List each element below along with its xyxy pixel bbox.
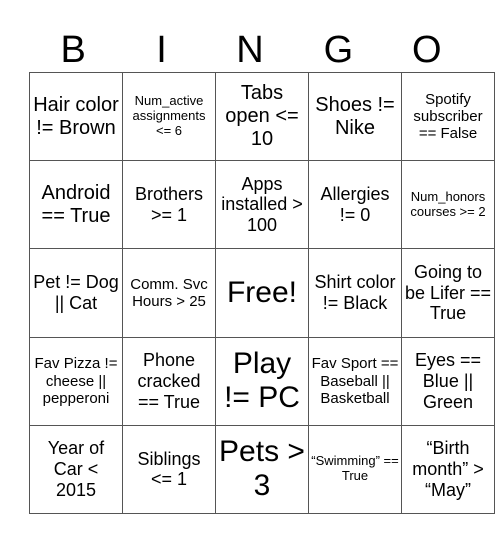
bingo-cell[interactable]: Android == True	[29, 160, 123, 250]
bingo-row: Pet != Dog || Cat Comm. Svc Hours > 25 Fre…	[29, 248, 495, 338]
bingo-row: Fav Pizza != cheese || pepperoni Phone cr…	[29, 336, 495, 426]
bingo-row: Android == True Brothers >= 1 Apps install…	[29, 160, 495, 250]
bingo-cell[interactable]: “Swimming” == True	[308, 424, 402, 515]
bingo-cell[interactable]: Fav Pizza != cheese || pepperoni	[29, 336, 123, 426]
bingo-cell[interactable]: Spotify subscriber == False	[401, 71, 495, 162]
bingo-cell[interactable]: “Birth month” > “May”	[401, 424, 495, 515]
bingo-board: Hair color != Brown Num_active assignment…	[29, 71, 495, 515]
bingo-cell[interactable]: Brothers >= 1	[122, 160, 216, 250]
header-letter-n: N	[236, 29, 264, 71]
bingo-header: B I N G O	[29, 28, 471, 72]
bingo-cell[interactable]: Eyes == Blue || Green	[401, 336, 495, 426]
bingo-cell[interactable]: Pets > 3	[215, 424, 309, 515]
bingo-cell[interactable]: Pet != Dog || Cat	[29, 248, 123, 338]
bingo-row: Hair color != Brown Num_active assignment…	[29, 71, 495, 162]
bingo-cell[interactable]: Year of Car < 2015	[29, 424, 123, 515]
bingo-cell[interactable]: Phone cracked == True	[122, 336, 216, 426]
header-letter-o: O	[411, 29, 442, 71]
bingo-cell[interactable]: Siblings <= 1	[122, 424, 216, 515]
bingo-cell[interactable]: Shirt color != Black	[308, 248, 402, 338]
bingo-cell[interactable]: Shoes != Nike	[308, 71, 402, 162]
free-space-cell[interactable]: Free!	[215, 248, 309, 338]
bingo-cell[interactable]: Num_honors courses >= 2	[401, 160, 495, 250]
bingo-cell[interactable]: Comm. Svc Hours > 25	[122, 248, 216, 338]
bingo-cell[interactable]: Play != PC	[215, 336, 309, 426]
bingo-cell[interactable]: Going to be Lifer == True	[401, 248, 495, 338]
header-letter-g: G	[323, 29, 354, 71]
bingo-cell[interactable]: Fav Sport == Baseball || Basketball	[308, 336, 402, 426]
bingo-cell[interactable]: Hair color != Brown	[29, 71, 123, 162]
bingo-cell[interactable]: Num_active assignments <= 6	[122, 71, 216, 162]
bingo-cell[interactable]: Apps installed > 100	[215, 160, 309, 250]
bingo-row: Year of Car < 2015 Siblings <= 1 Pets > 3 “…	[29, 424, 495, 515]
bingo-cell[interactable]: Allergies != 0	[308, 160, 402, 250]
header-letter-i: I	[156, 29, 167, 71]
bingo-cell[interactable]: Tabs open <= 10	[215, 71, 309, 162]
header-letter-b: B	[60, 29, 86, 71]
